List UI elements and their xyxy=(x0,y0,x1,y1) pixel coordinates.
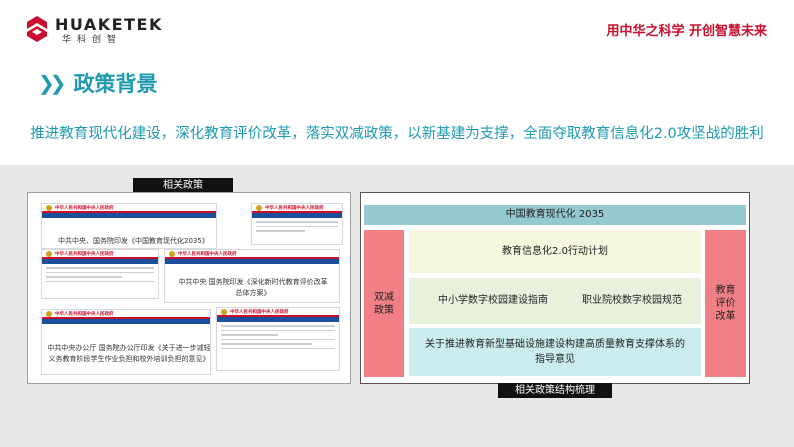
structure-mid-left-label: 中小学数字校园建设指南 xyxy=(438,295,548,306)
logo-icon xyxy=(27,16,47,42)
structure-mid-right-label: 职业院校数字校园规范 xyxy=(582,295,682,306)
section-title: ❯❯ 政策背景 xyxy=(38,68,158,98)
national-emblem-icon xyxy=(46,204,52,211)
national-emblem-icon xyxy=(169,250,175,257)
policy-doc-caption: 中共中央、国务院印发《中国教育现代化2035》 xyxy=(58,237,209,245)
doc-nav-bar xyxy=(42,213,216,218)
section-subtitle: 推进教育现代化建设，深化教育评价改革，落实双减政策，以新基建为支撑，全面夺取教育… xyxy=(30,126,764,142)
page-title: 政策背景 xyxy=(73,72,158,96)
policy-doc-caption: 中共中央办公厅 国务院办公厅印发《关于进一步减轻义务教育阶段学生作业负担和校外培… xyxy=(47,344,211,363)
doc-nav-bar xyxy=(42,319,210,324)
national-emblem-icon xyxy=(256,204,262,211)
structure-action-plan-box: 教育信息化2.0行动计划 xyxy=(409,230,701,273)
policy-doc-thumbnail[interactable]: 中华人民共和国中央人民政府 xyxy=(251,203,343,245)
structure-bottom-label: 关于推进教育新型基础设施建设构建高质量教育支撑体系的指导意见 xyxy=(425,339,685,365)
policy-doc-thumbnail[interactable]: 中华人民共和国中央人民政府 xyxy=(216,307,340,371)
policy-doc-thumbnail[interactable]: 中华人民共和国中央人民政府 xyxy=(41,309,211,375)
double-chevron-right-icon: ❯❯ xyxy=(38,71,66,95)
policy-documents-panel: 中华人民共和国中央人民政府 中共中央、国务院印发《中国教育现代化2035》 中华… xyxy=(27,192,351,384)
structure-mid-box: 中小学数字校园建设指南 职业院校数字校园规范 xyxy=(409,278,701,324)
slogan: 用中华之科学 开创智慧未来 xyxy=(606,24,767,39)
structure-right-box: 教育评价改革 xyxy=(705,230,746,377)
related-policies-tag: 相关政策 xyxy=(133,178,233,193)
national-emblem-icon xyxy=(46,250,52,257)
doc-nav-bar xyxy=(165,259,339,264)
structure-bottom-box: 关于推进教育新型基础设施建设构建高质量教育支撑体系的指导意见 xyxy=(409,328,701,376)
national-emblem-icon xyxy=(221,308,227,315)
structure-top-box: 中国教育现代化 2035 xyxy=(364,205,746,225)
header: HUAKETEK 华科创智 用中华之科学 开创智慧未来 xyxy=(0,0,794,58)
structure-left-label: 双减政策 xyxy=(374,291,394,316)
policy-doc-thumbnail[interactable]: 中华人民共和国中央人民政府 xyxy=(41,249,159,299)
brand-name-cn: 华科创智 xyxy=(62,35,123,45)
structure-right-label: 教育评价改革 xyxy=(715,285,736,322)
national-emblem-icon xyxy=(46,310,52,317)
structure-left-box: 双减政策 xyxy=(364,230,404,377)
policy-structure-tag: 相关政策结构梳理 xyxy=(498,383,612,398)
policy-doc-caption: 中共中央 国务院印发《深化新时代教育评价改革总体方案》 xyxy=(178,278,328,297)
